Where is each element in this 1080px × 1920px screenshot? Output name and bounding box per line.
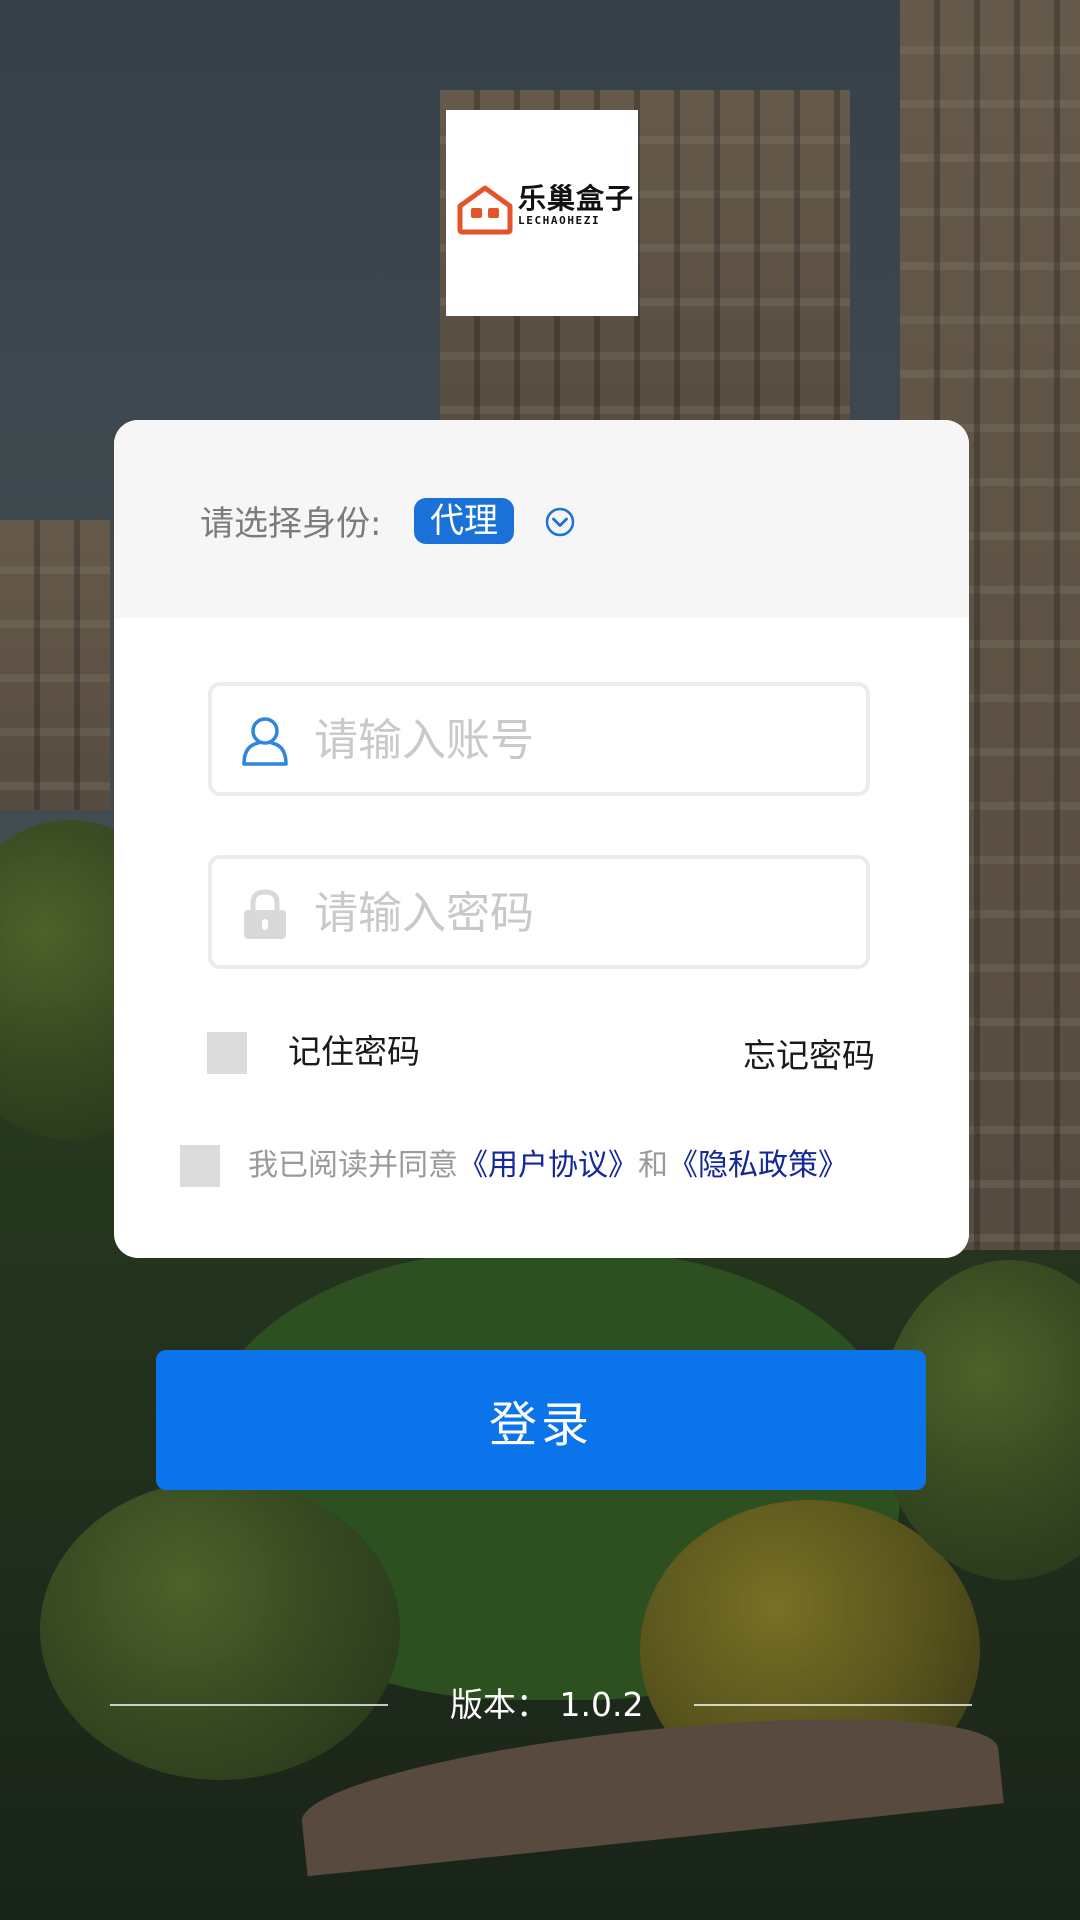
agreement-conjunction: 和 [638,1148,668,1183]
version-footer: 版本： 1.0.2 [110,1680,972,1730]
account-input[interactable] [312,700,836,780]
agreement-checkbox[interactable] [180,1145,220,1187]
account-field[interactable] [208,682,870,796]
identity-selected-badge[interactable]: 代理 [414,498,514,544]
divider-left [110,1704,388,1706]
remember-password-checkbox[interactable] [207,1032,247,1074]
login-screen: 乐巢盒子 LECHAOHEZI 请选择身份: 代理 请输入账号 记住密码 忘记密… [0,0,1080,1920]
user-agreement-link[interactable]: 《用户协议》 [458,1148,638,1183]
user-icon [242,717,288,766]
agreement-prefix: 我已阅读并同意 [248,1148,458,1183]
remember-password-label[interactable]: 记住密码 [288,1030,420,1074]
lock-icon [244,889,286,939]
login-button[interactable]: 登录 [156,1350,926,1490]
divider-right [694,1704,972,1706]
logo-wordmark: 乐巢盒子 LECHAOHEZI [518,184,634,228]
logo-name-en: LECHAOHEZI [518,214,601,227]
version-text: 版本： 1.0.2 [450,1684,643,1726]
version-value: 1.0.2 [559,1685,644,1724]
privacy-policy-link[interactable]: 《隐私政策》 [668,1148,848,1183]
version-label: 版本： [450,1685,549,1724]
password-input[interactable] [312,873,836,953]
logo-name-cn: 乐巢盒子 [518,182,635,215]
password-field[interactable] [208,855,870,969]
login-card: 请选择身份: 代理 记住密码 忘记密码 我已阅读 [114,420,969,1258]
chevron-down-circle-icon[interactable] [544,506,576,538]
forgot-password-link[interactable]: 忘记密码 [743,1034,875,1078]
identity-selector[interactable]: 请选择身份: 代理 [114,420,969,618]
house-logo-icon [457,185,513,235]
agreement-text: 我已阅读并同意《用户协议》和《隐私政策》 [248,1144,848,1188]
app-logo: 乐巢盒子 LECHAOHEZI [446,110,638,316]
identity-label: 请选择身份: [200,504,382,544]
